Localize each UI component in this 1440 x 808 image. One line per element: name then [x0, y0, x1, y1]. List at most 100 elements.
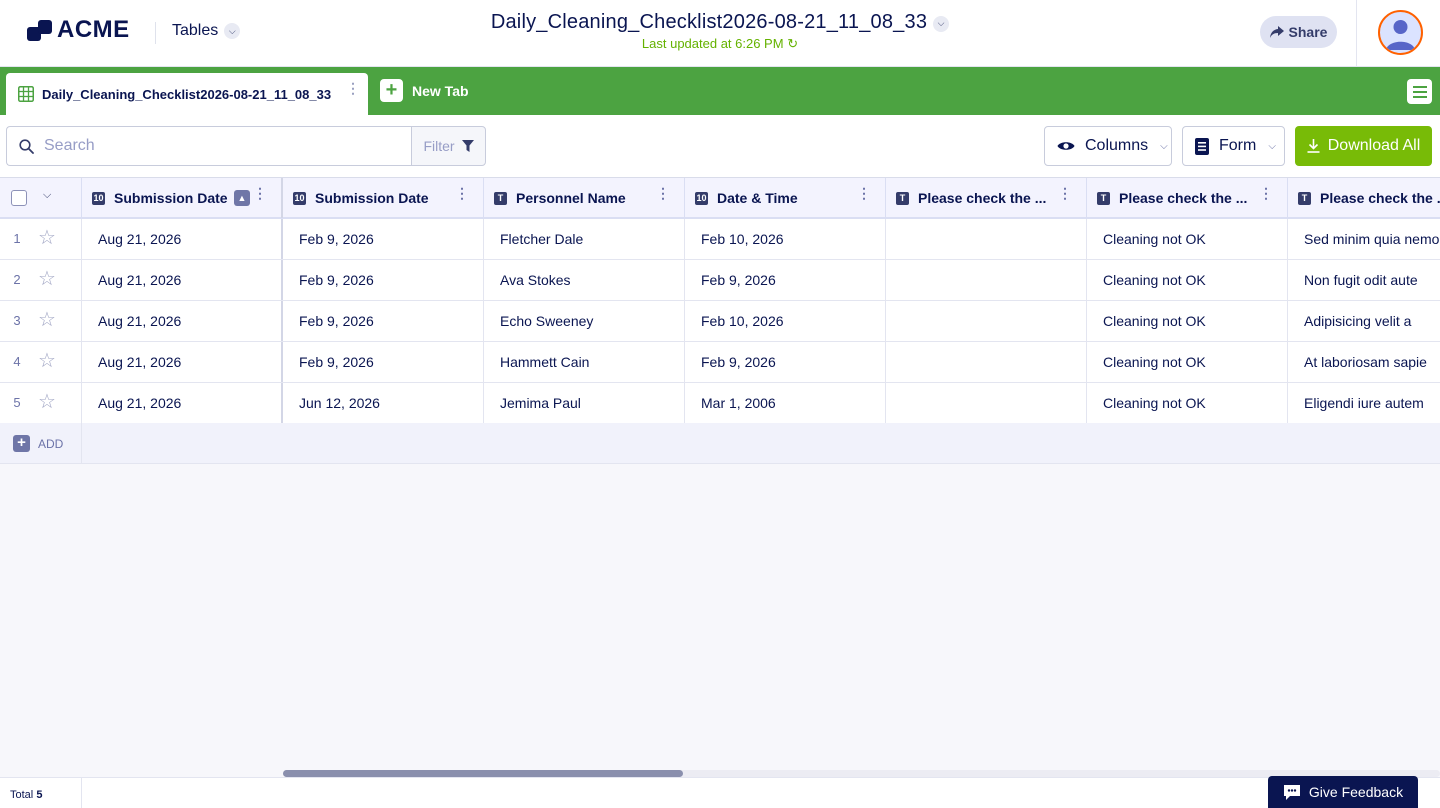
select-all-checkbox[interactable] [11, 190, 27, 206]
table-cell[interactable]: Cleaning not OK [1087, 301, 1288, 341]
table-cell[interactable]: Jemima Paul [484, 383, 685, 423]
columns-button[interactable]: Columns ⌵ [1044, 126, 1172, 166]
give-feedback-button[interactable]: Give Feedback [1268, 776, 1418, 808]
column-menu-icon[interactable]: ⋮ [857, 186, 871, 200]
table-cell[interactable]: Adipisicing velit a [1288, 301, 1440, 341]
download-all-button[interactable]: Download All [1295, 126, 1432, 166]
table-cell[interactable]: Cleaning not OK [1087, 260, 1288, 300]
table-cell[interactable] [886, 260, 1087, 300]
table-cell[interactable]: Non fugit odit aute [1288, 260, 1440, 300]
new-tab-button[interactable]: + New Tab [380, 79, 469, 102]
table-cell[interactable]: Echo Sweeney [484, 301, 685, 341]
refresh-icon[interactable]: ↻ [787, 36, 798, 51]
download-label: Download All [1327, 137, 1421, 154]
column-header[interactable]: T Please check the ... [1288, 178, 1440, 218]
table-row[interactable]: 5 ☆ Aug 21, 2026 Jun 12, 2026 Jemima Pau… [0, 383, 1440, 424]
table-cell[interactable]: Aug 21, 2026 [82, 383, 283, 423]
funnel-icon [461, 140, 474, 152]
table-cell[interactable]: Feb 10, 2026 [685, 301, 886, 341]
share-button[interactable]: Share [1260, 16, 1337, 48]
star-icon[interactable]: ☆ [38, 310, 56, 330]
chevron-down-icon[interactable]: ⌵ [43, 189, 51, 202]
column-header[interactable]: 10 Submission Date ▲ ⋮ [82, 178, 283, 218]
add-label: ADD [38, 436, 64, 451]
table-cell[interactable]: Feb 9, 2026 [685, 342, 886, 382]
table-cell[interactable]: Feb 9, 2026 [685, 260, 886, 300]
row-number: 5 [13, 395, 21, 410]
divider [1356, 0, 1357, 67]
table-header-row: ⌵ 10 Submission Date ▲ ⋮ 10 Submission D… [0, 177, 1440, 219]
table-cell[interactable]: Feb 9, 2026 [283, 260, 484, 300]
column-menu-icon[interactable]: ⋮ [455, 186, 469, 200]
column-header[interactable]: T Please check the ... ⋮ [1087, 178, 1288, 218]
column-menu-icon[interactable]: ⋮ [1259, 186, 1273, 200]
chevron-down-icon[interactable]: ⌵ [933, 15, 950, 32]
table-cell[interactable]: Cleaning not OK [1087, 383, 1288, 423]
share-arrow-icon [1269, 26, 1284, 38]
table-cell[interactable]: Aug 21, 2026 [82, 219, 283, 259]
document-title[interactable]: Daily_Cleaning_Checklist2026-08-21_11_08… [0, 11, 1440, 34]
tab-label: Daily_Cleaning_Checklist2026-08-21_11_08… [42, 86, 332, 102]
star-icon[interactable]: ☆ [38, 269, 56, 289]
row-number: 2 [13, 272, 21, 287]
tab-daily-cleaning-checklist[interactable]: Daily_Cleaning_Checklist2026-08-21_11_08… [6, 73, 368, 115]
column-menu-icon[interactable]: ⋮ [253, 186, 267, 200]
column-header[interactable]: 10 Submission Date ⋮ [283, 178, 484, 218]
pin-icon[interactable]: ▲ [234, 190, 250, 206]
avatar[interactable] [1378, 10, 1423, 55]
download-icon [1307, 139, 1320, 153]
select-all-cell: ⌵ [0, 178, 82, 218]
table-cell[interactable]: Feb 9, 2026 [283, 342, 484, 382]
star-icon[interactable]: ☆ [38, 228, 56, 248]
columns-label: Columns [1085, 137, 1149, 154]
text-icon: T [896, 191, 909, 205]
star-icon[interactable]: ☆ [38, 351, 56, 371]
search-input[interactable] [44, 137, 384, 155]
table-cell[interactable]: Eligendi iure autem [1288, 383, 1440, 423]
share-label: Share [1288, 24, 1328, 40]
calendar-icon: 10 [92, 191, 105, 205]
column-header-label: Date & Time [717, 190, 798, 206]
table-cell[interactable]: At laboriosam sapie [1288, 342, 1440, 382]
table-cell[interactable]: Hammett Cain [484, 342, 685, 382]
table-cell[interactable] [886, 342, 1087, 382]
document-title-text: Daily_Cleaning_Checklist2026-08-21_11_08… [490, 11, 928, 33]
table-cell[interactable] [886, 219, 1087, 259]
tab-options-icon[interactable]: ⋮ [346, 81, 360, 95]
row-number-cell: 3 ☆ [0, 301, 82, 341]
form-button[interactable]: Form ⌵ [1182, 126, 1285, 166]
table-cell[interactable]: Cleaning not OK [1087, 342, 1288, 382]
table-cell[interactable]: Mar 1, 2006 [685, 383, 886, 423]
table-row[interactable]: 1 ☆ Aug 21, 2026 Feb 9, 2026 Fletcher Da… [0, 219, 1440, 260]
hamburger-menu-icon[interactable] [1407, 79, 1432, 104]
horizontal-scrollbar[interactable] [283, 770, 1440, 777]
scrollbar-thumb[interactable] [283, 770, 683, 777]
table-cell[interactable]: Feb 9, 2026 [283, 301, 484, 341]
table-cell[interactable]: Sed minim quia nemo [1288, 219, 1440, 259]
table-row[interactable]: 2 ☆ Aug 21, 2026 Feb 9, 2026 Ava Stokes … [0, 260, 1440, 301]
table-cell[interactable]: Ava Stokes [484, 260, 685, 300]
table-cell[interactable]: Jun 12, 2026 [283, 383, 484, 423]
column-menu-icon[interactable]: ⋮ [656, 186, 670, 200]
table-row[interactable]: 3 ☆ Aug 21, 2026 Feb 9, 2026 Echo Sweene… [0, 301, 1440, 342]
add-row-button[interactable]: + ADD [13, 435, 63, 452]
table-cell[interactable]: Cleaning not OK [1087, 219, 1288, 259]
table-cell[interactable]: Aug 21, 2026 [82, 260, 283, 300]
filter-button[interactable]: Filter [411, 126, 486, 166]
table-cell[interactable]: Fletcher Dale [484, 219, 685, 259]
table-cell[interactable]: Feb 10, 2026 [685, 219, 886, 259]
table-cell[interactable] [886, 383, 1087, 423]
text-icon: T [494, 191, 507, 205]
table-grid-icon [18, 86, 34, 102]
column-header[interactable]: 10 Date & Time ⋮ [685, 178, 886, 218]
table-cell[interactable]: Aug 21, 2026 [82, 342, 283, 382]
table-row[interactable]: 4 ☆ Aug 21, 2026 Feb 9, 2026 Hammett Cai… [0, 342, 1440, 383]
column-menu-icon[interactable]: ⋮ [1058, 186, 1072, 200]
column-header[interactable]: T Please check the ... ⋮ [886, 178, 1087, 218]
table-cell[interactable]: Aug 21, 2026 [82, 301, 283, 341]
table-cell[interactable]: Feb 9, 2026 [283, 219, 484, 259]
star-icon[interactable]: ☆ [38, 392, 56, 412]
column-header-label: Personnel Name [516, 190, 626, 206]
table-cell[interactable] [886, 301, 1087, 341]
column-header[interactable]: T Personnel Name ⋮ [484, 178, 685, 218]
